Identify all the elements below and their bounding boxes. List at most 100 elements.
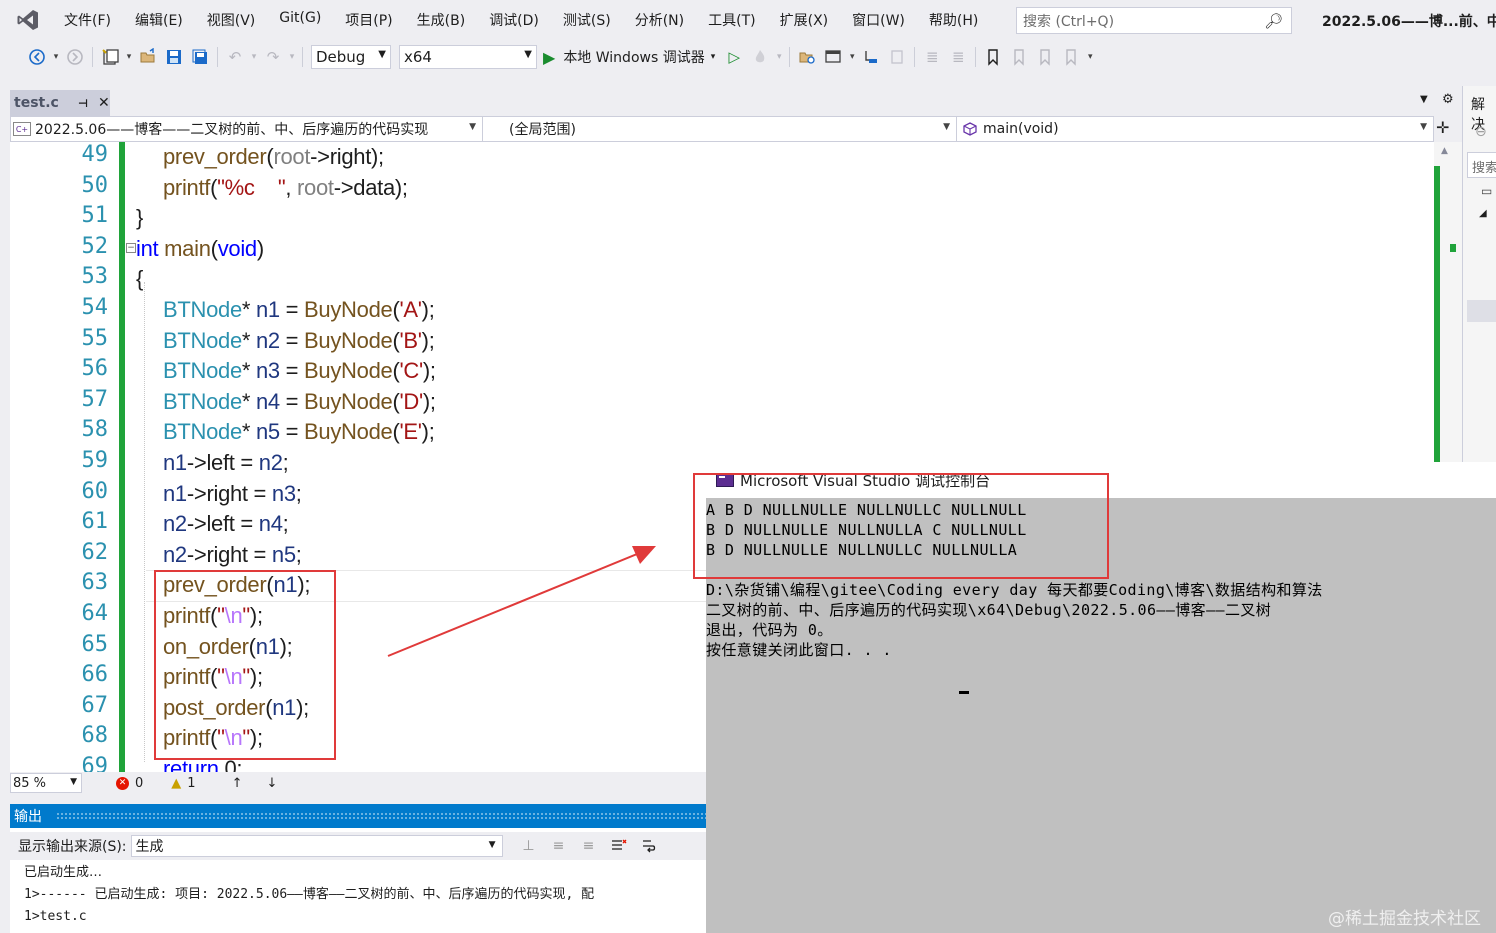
menu-item[interactable]: 分析(N): [623, 10, 696, 30]
line-number: 62: [81, 539, 109, 565]
code-token: *: [241, 297, 256, 322]
output-source-select[interactable]: 生成 ▼: [130, 835, 503, 857]
project-select[interactable]: C+ 2022.5.06——博客——二叉树的前、中、后序遍历的代码实现 ▼: [11, 117, 483, 141]
tab-list-dropdown-icon[interactable]: ▼: [1420, 94, 1428, 105]
pin-icon[interactable]: ⊣: [78, 97, 88, 110]
menu-items: 文件(F) 编辑(E) 视图(V) Git(G) 项目(P) 生成(B) 调试(D) 测试(S…: [52, 10, 990, 30]
code-line: {: [136, 264, 143, 294]
error-count[interactable]: ✕ 0: [116, 776, 143, 791]
collapse-region-icon[interactable]: −: [126, 242, 136, 253]
menu-item[interactable]: 工具(T): [696, 10, 767, 30]
code-token: BuyNode: [304, 388, 393, 414]
gear-icon[interactable]: ⚙: [1442, 92, 1454, 107]
close-icon[interactable]: ✕: [98, 95, 110, 111]
output-text[interactable]: 已启动生成… 1>------ 已启动生成: 项目: 2022.5.06——博客—…: [24, 862, 714, 932]
scroll-up-icon[interactable]: ▲: [1441, 146, 1448, 156]
comment-out-icon[interactable]: [884, 44, 910, 70]
search-input[interactable]: 搜索 (Ctrl+Q) 🔎︎: [1016, 7, 1292, 34]
change-tracking-bar: [119, 142, 125, 772]
undo-dropdown-icon[interactable]: ▾: [248, 44, 260, 70]
new-item-dropdown-icon[interactable]: ▾: [123, 44, 135, 70]
platform-select[interactable]: x64 ▼: [399, 45, 537, 69]
output-titlebar[interactable]: 输出: [10, 804, 710, 828]
save-icon[interactable]: [161, 44, 187, 70]
visual-studio-logo-icon[interactable]: [14, 6, 42, 34]
menu-item[interactable]: 文件(F): [52, 10, 123, 30]
menu-item[interactable]: 测试(S): [551, 10, 623, 30]
previous-bookmark-icon[interactable]: [1006, 44, 1032, 70]
configuration-select[interactable]: Debug ▼: [311, 45, 391, 69]
menu-item[interactable]: 帮助(H): [917, 10, 990, 30]
method-cube-icon: [963, 122, 977, 136]
solution-search-input[interactable]: 搜索: [1467, 152, 1496, 178]
menu-item[interactable]: 视图(V): [195, 10, 268, 30]
line-number: 52: [81, 233, 109, 259]
window-layout-icon[interactable]: [820, 44, 846, 70]
increase-indent-icon[interactable]: ≣: [945, 44, 971, 70]
clear-bookmarks-icon[interactable]: [1058, 44, 1084, 70]
new-project-icon[interactable]: [97, 44, 123, 70]
code-token: );: [422, 358, 436, 384]
next-bookmark-icon[interactable]: [1032, 44, 1058, 70]
redo-icon[interactable]: ↷: [260, 44, 286, 70]
menu-item[interactable]: 扩展(X): [768, 10, 841, 30]
console-line: 二叉树的前、中、后序遍历的代码实现\x64\Debug\2022.5.06——博…: [706, 601, 1272, 619]
menu-item[interactable]: 项目(P): [333, 10, 404, 30]
code-token: ->left =: [186, 450, 259, 475]
zoom-select[interactable]: 85 % ▼: [10, 773, 82, 793]
navigate-back-dropdown-icon[interactable]: ▾: [50, 44, 62, 70]
hot-reload-icon[interactable]: [747, 44, 773, 70]
window-layout-dropdown-icon[interactable]: ▾: [846, 44, 858, 70]
start-debugging-button[interactable]: ▶ 本地 Windows 调试器 ▾: [543, 47, 715, 67]
start-without-debugging-icon[interactable]: ▷: [721, 44, 747, 70]
menu-item[interactable]: 调试(D): [477, 10, 551, 30]
split-editor-icon[interactable]: ✛: [1436, 118, 1449, 137]
code-token: ->right);: [310, 144, 384, 169]
open-file-icon[interactable]: [135, 44, 161, 70]
menu-item[interactable]: 编辑(E): [123, 10, 195, 30]
navigate-forward-icon[interactable]: [62, 44, 88, 70]
hot-reload-dropdown-icon[interactable]: ▾: [773, 44, 785, 70]
code-token: n5: [271, 541, 296, 567]
step-into-icon[interactable]: [858, 44, 884, 70]
code-token: 'C': [399, 358, 423, 384]
output-source-value: 生成: [135, 839, 164, 855]
redo-dropdown-icon[interactable]: ▾: [286, 44, 298, 70]
decrease-indent-icon[interactable]: ≣: [919, 44, 945, 70]
menu-item[interactable]: 生成(B): [405, 10, 478, 30]
code-token: n1: [163, 480, 187, 506]
next-message-icon[interactable]: ≡: [577, 835, 601, 857]
find-in-files-icon[interactable]: [794, 44, 820, 70]
code-token: ): [256, 235, 264, 261]
code-token: =: [279, 297, 305, 322]
error-count-value: 0: [135, 775, 144, 791]
back-icon[interactable]: ⊖: [1475, 124, 1487, 140]
menu-item[interactable]: Git(G): [267, 10, 333, 30]
scope-select[interactable]: (全局范围) ▼: [483, 117, 957, 141]
toolbar-options-icon[interactable]: ▾: [1084, 44, 1096, 70]
word-wrap-icon[interactable]: [637, 835, 661, 857]
tree-expander-icon[interactable]: ◢: [1479, 208, 1487, 219]
code-token: =: [279, 358, 305, 384]
menu-item[interactable]: 窗口(W): [840, 10, 917, 30]
next-issue-icon[interactable]: ↓: [266, 776, 277, 791]
line-number: 51: [81, 203, 109, 229]
line-number: 69: [81, 754, 109, 772]
console-line: 按任意键关闭此窗口. . .: [706, 641, 892, 659]
previous-message-icon[interactable]: ≡: [547, 835, 571, 857]
scope-value: (全局范围): [509, 122, 576, 138]
code-token: n3: [255, 358, 280, 384]
find-message-icon[interactable]: ⊥: [517, 835, 541, 857]
previous-issue-icon[interactable]: ↑: [232, 776, 243, 791]
panel-scrollbar-thumb[interactable]: [1467, 300, 1496, 322]
save-all-icon[interactable]: [187, 44, 213, 70]
clear-all-icon[interactable]: [607, 835, 631, 857]
tab-test-c[interactable]: test.c ⊣ ✕: [10, 90, 110, 116]
navigate-back-icon[interactable]: [24, 44, 50, 70]
bookmark-icon[interactable]: [980, 44, 1006, 70]
code-token: );: [421, 419, 435, 445]
code-token: n4: [255, 388, 280, 414]
member-select[interactable]: main(void) ▼: [957, 117, 1433, 141]
warning-count[interactable]: ▲ 1: [171, 776, 195, 791]
undo-icon[interactable]: ↶: [222, 44, 248, 70]
